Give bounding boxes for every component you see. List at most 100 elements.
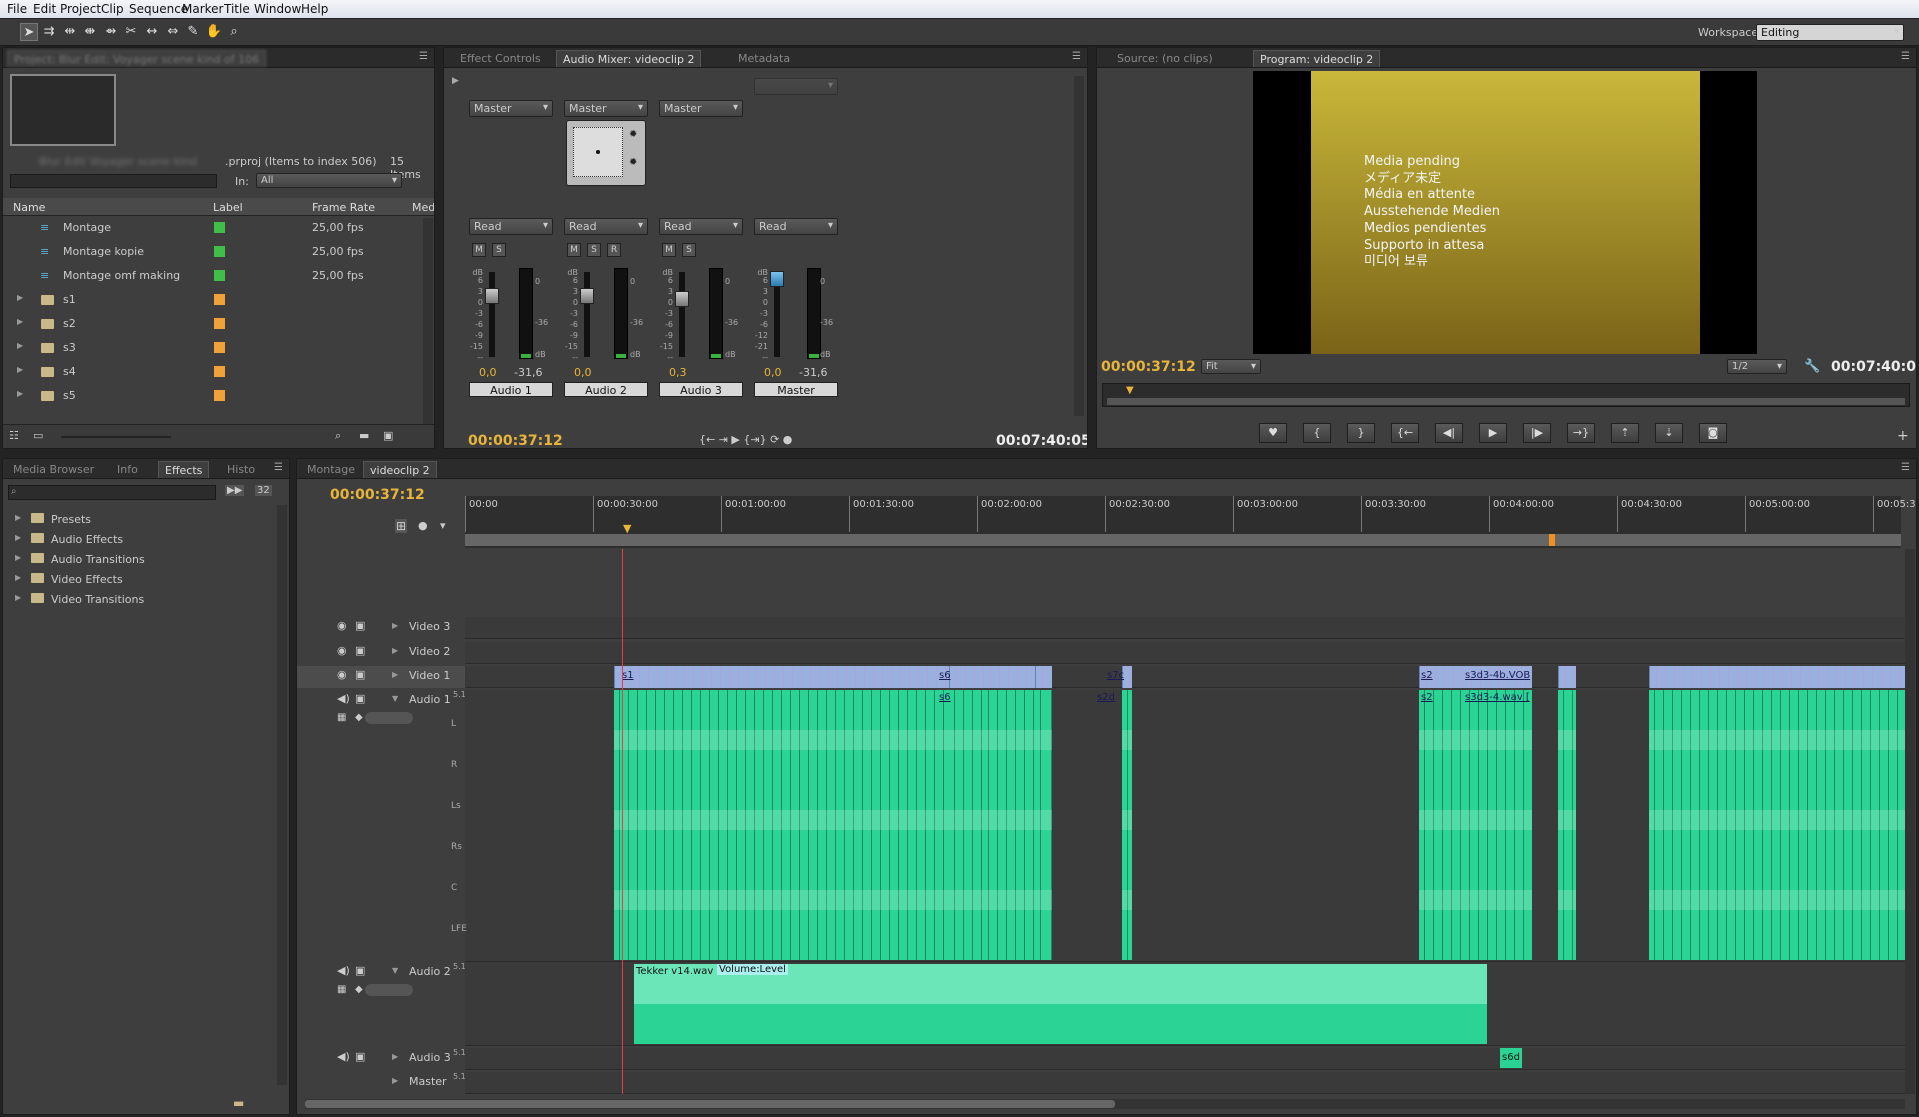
panel-menu-icon[interactable]: ☰	[274, 462, 283, 473]
time-ruler[interactable]: ▼ 00:00 00:00:30:00 00:01:00:00 00:01:30:00…	[465, 496, 1916, 548]
audio-clip[interactable]	[1419, 690, 1532, 960]
play-icon[interactable]: ▶	[1479, 423, 1507, 443]
eye-icon[interactable]: ◉	[337, 644, 347, 657]
expand-arrow-icon[interactable]: ▶	[17, 389, 23, 398]
new-bin-icon[interactable]: ▬	[359, 429, 369, 442]
volume-fader-track[interactable]	[584, 272, 590, 357]
expand-arrow-icon[interactable]: ▶	[17, 317, 23, 326]
program-timecode[interactable]: 00:00:37:12	[1101, 359, 1196, 375]
audio-clip[interactable]	[949, 690, 986, 960]
timeline-timecode[interactable]: 00:00:37:12	[330, 487, 425, 503]
audio-clip[interactable]	[1649, 690, 1906, 960]
track-lane[interactable]	[465, 1048, 1905, 1070]
audio-clip[interactable]	[614, 690, 1052, 960]
playhead-line[interactable]	[622, 549, 623, 1094]
ripple-edit-tool-icon[interactable]: ⇹	[61, 23, 79, 41]
expand-arrow-icon[interactable]: ▶	[15, 593, 21, 602]
marker-icon[interactable]: ●	[418, 519, 428, 532]
tab-media-browser[interactable]: Media Browser	[7, 461, 100, 478]
speaker-icon[interactable]: ◀)	[337, 1050, 350, 1063]
zoom-tool-icon[interactable]: ⌕	[225, 23, 243, 41]
project-search-input[interactable]	[10, 174, 217, 188]
step-back-icon[interactable]: ◀|	[1435, 423, 1463, 443]
expand-arrow-icon[interactable]: ▶	[17, 293, 23, 302]
column-label[interactable]: Label	[213, 201, 243, 214]
audio-clip[interactable]	[634, 964, 1487, 1044]
sync-lock-icon[interactable]: ▣	[355, 668, 365, 681]
menu-edit[interactable]: Edit	[33, 2, 56, 16]
automation-mode-dropdown[interactable]: Read	[564, 218, 648, 235]
audio-clip[interactable]	[1035, 690, 1045, 960]
expand-arrow-icon[interactable]: ▶	[452, 76, 462, 86]
scroll-thumb[interactable]	[305, 1100, 1115, 1108]
extract-icon[interactable]: ⇣	[1655, 423, 1683, 443]
accelerated-effects-icon[interactable]: ▶▶	[225, 485, 245, 496]
video-clip[interactable]	[1558, 666, 1576, 688]
volume-fader-knob[interactable]	[580, 288, 594, 304]
wrench-icon[interactable]: 🔧	[1804, 359, 1820, 374]
mute-button[interactable]: M	[567, 243, 581, 257]
tab-effects[interactable]: Effects	[158, 461, 210, 478]
hand-tool-icon[interactable]: ✋	[205, 23, 223, 41]
effects-folder-item[interactable]: ▶ Audio Effects	[9, 531, 275, 547]
lift-icon[interactable]: ⇡	[1611, 423, 1639, 443]
menu-clip[interactable]: Clip	[101, 2, 124, 16]
pan-puck[interactable]	[596, 150, 600, 154]
keyframe-nav[interactable]	[365, 984, 413, 996]
track-header[interactable]: ◀) ▣ ▼ Audio 1 5.1 ▦ ◆	[297, 690, 466, 962]
solo-button[interactable]: S	[682, 243, 696, 257]
selection-tool-icon[interactable]: ➤	[20, 23, 38, 41]
tab-program[interactable]: Program: videoclip 2	[1253, 50, 1381, 67]
find-icon[interactable]: ⌕	[335, 429, 341, 443]
volume-fader-track[interactable]	[489, 272, 495, 357]
track-header[interactable]: ◉ ▣ ▶ Video 1	[297, 666, 465, 688]
effects-folder-item[interactable]: ▶ Video Effects	[9, 571, 275, 587]
menu-title[interactable]: Title	[224, 2, 250, 16]
volume-value[interactable]: 0,3	[669, 366, 687, 379]
track-header[interactable]: ◉ ▣ ▶ Video 2	[297, 642, 465, 664]
go-to-out-icon[interactable]: →}	[1567, 423, 1595, 443]
project-row-bin[interactable]: ▶ s1	[3, 290, 423, 310]
expand-arrow-icon[interactable]: ▶	[392, 670, 398, 679]
effects-folder-item[interactable]: ▶ Audio Transitions	[9, 551, 275, 567]
automation-mode-dropdown[interactable]: Read	[754, 218, 838, 235]
expand-arrow-icon[interactable]: ▶	[17, 365, 23, 374]
output-routing-dropdown[interactable]: Master	[564, 100, 648, 117]
track-lane[interactable]	[465, 1072, 1905, 1094]
mixer-timecode[interactable]: 00:00:37:12	[468, 433, 563, 448]
volume-value[interactable]: 0,0	[479, 366, 497, 379]
automation-mode-dropdown[interactable]: Read	[469, 218, 553, 235]
tab-effect-controls[interactable]: Effect Controls	[454, 50, 547, 67]
program-time-ruler[interactable]: ▼	[1102, 383, 1910, 407]
timeline-v-scrollbar[interactable]	[1905, 549, 1915, 1094]
project-row-bin[interactable]: ▶ s2	[3, 314, 423, 334]
project-row-bin[interactable]: ▶ s3	[3, 338, 423, 358]
column-frame-rate[interactable]: Frame Rate	[312, 201, 375, 214]
tab-history[interactable]: Histo	[221, 461, 261, 478]
audio-clip[interactable]	[1122, 690, 1132, 960]
automation-mode-dropdown[interactable]: Read	[659, 218, 743, 235]
project-row-sequence[interactable]: ≡ Montage kopie 25,00 fps	[3, 242, 423, 262]
effects-search-input[interactable]: ⌕	[8, 485, 216, 500]
volume-fader-knob[interactable]	[485, 288, 499, 304]
sequence-marker-icon[interactable]: ▾	[440, 519, 446, 532]
tab-montage[interactable]: Montage	[301, 461, 361, 478]
razor-tool-icon[interactable]: ✂	[122, 23, 140, 41]
tab-info[interactable]: Info	[111, 461, 144, 478]
fit-dropdown[interactable]: Fit	[1201, 359, 1261, 374]
video-clip[interactable]	[949, 666, 986, 688]
sync-lock-icon[interactable]: ▣	[355, 964, 365, 977]
volume-value[interactable]: 0,0	[764, 366, 782, 379]
tab-source[interactable]: Source: (no clips)	[1111, 50, 1219, 67]
mark-out-icon[interactable]: }	[1347, 423, 1375, 443]
expand-arrow-icon[interactable]: ▶	[15, 513, 21, 522]
expand-arrow-icon[interactable]: ▶	[15, 533, 21, 542]
panel-menu-icon[interactable]: ☰	[1901, 462, 1910, 473]
go-to-in-icon[interactable]: {←	[1391, 423, 1419, 443]
keyframe-icon[interactable]: ◆	[355, 984, 363, 995]
mixer-in-out-icon[interactable]: {← ⇥ ▶ {⇥} ⟳ ●	[699, 433, 792, 446]
track-header[interactable]: ◉ ▣ ▶ Video 3	[297, 617, 465, 639]
keyframe-nav[interactable]	[365, 712, 413, 724]
slip-tool-icon[interactable]: ↔	[143, 23, 161, 41]
menu-file[interactable]: File	[7, 2, 27, 16]
